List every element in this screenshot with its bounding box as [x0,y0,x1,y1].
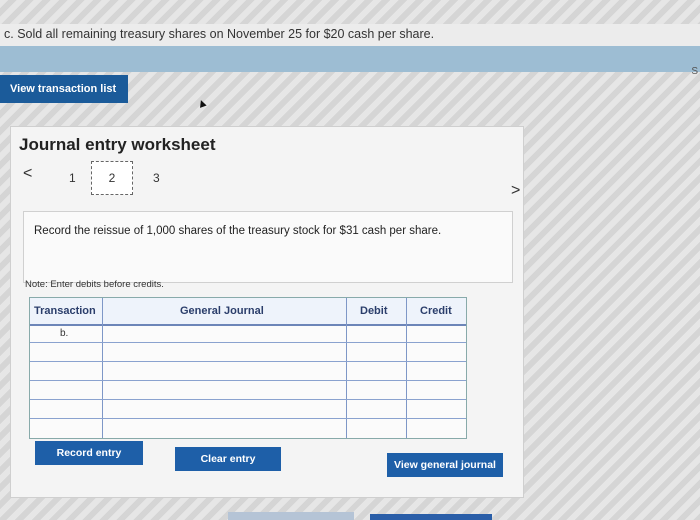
general-journal-cell[interactable] [103,325,345,342]
row-divider [30,342,466,343]
header-credit: Credit [420,305,452,317]
header-general-journal: General Journal [180,305,264,317]
col-divider [406,298,407,438]
clear-entry-label: Clear entry [200,453,256,465]
debit-cell[interactable] [347,325,405,342]
journal-table: Transaction General Journal Debit Credit… [29,297,467,439]
edge-letter: S [691,66,698,77]
header-transaction: Transaction [34,305,96,317]
entry-note: Note: Enter debits before credits. [25,279,164,290]
step-2-label: 2 [108,171,116,185]
record-entry-button[interactable]: Record entry [35,441,143,465]
step-2-active[interactable]: 2 [91,161,133,195]
top-blue-band [0,46,700,72]
row-divider [30,399,466,400]
worksheet-title: Journal entry worksheet [19,135,216,154]
header-debit: Debit [360,305,388,317]
step-instruction-text: Record the reissue of 1,000 shares of th… [34,225,442,237]
col-divider [346,298,347,438]
question-instruction-bar: c. Sold all remaining treasury shares on… [0,24,700,46]
bottom-button-edge[interactable] [370,514,492,520]
step-1[interactable]: 1 [69,171,76,185]
view-transaction-list-button[interactable]: View transaction list [0,75,128,103]
view-general-journal-label: View general journal [394,459,496,471]
prev-step-icon[interactable]: < [23,165,32,183]
next-step-icon[interactable]: > [511,182,520,200]
question-instruction: c. Sold all remaining treasury shares on… [4,27,435,41]
credit-cell[interactable] [407,325,465,342]
step-instruction-box: Record the reissue of 1,000 shares of th… [23,211,513,283]
clear-entry-button[interactable]: Clear entry [175,447,281,471]
col-divider [102,298,103,438]
row-divider [30,418,466,419]
record-entry-label: Record entry [56,447,122,459]
journal-entry-worksheet-panel: Journal entry worksheet < 1 2 3 > Record… [10,126,524,498]
first-row-transaction: b. [60,328,69,339]
view-transaction-list-label: View transaction list [10,83,117,95]
row-divider [30,361,466,362]
row-divider [30,380,466,381]
step-3[interactable]: 3 [153,171,160,185]
view-general-journal-button[interactable]: View general journal [387,453,503,477]
bottom-progress-strip [228,512,354,520]
